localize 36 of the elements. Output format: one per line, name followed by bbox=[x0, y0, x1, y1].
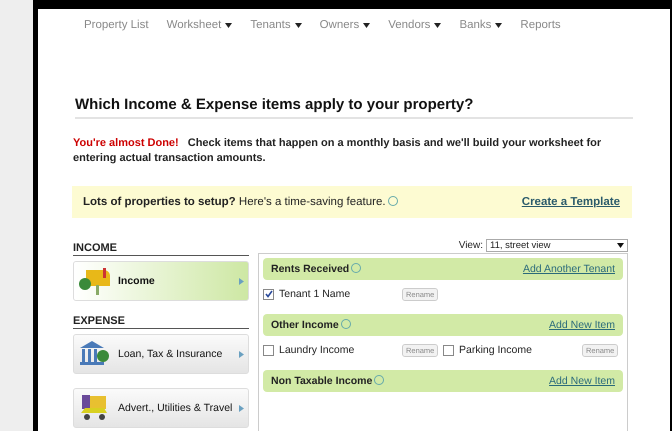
checkbox[interactable] bbox=[443, 344, 454, 356]
page-heading: Which Income & Expense items apply to your property? bbox=[75, 96, 633, 119]
banner-text: Lots of properties to setup? Here's a time-saving feature. bbox=[83, 196, 398, 208]
view-select[interactable]: 11, street view bbox=[486, 238, 628, 252]
item-label: Parking Income bbox=[459, 344, 533, 356]
nav-link[interactable]: Banks bbox=[459, 18, 502, 32]
mailbox-icon bbox=[78, 266, 112, 296]
arrow-icon bbox=[239, 350, 244, 358]
item-label: Tenant 1 Name bbox=[279, 288, 352, 300]
bank-icon bbox=[78, 340, 112, 368]
group-title: Other Income bbox=[271, 319, 351, 331]
add-link[interactable]: Add New Item bbox=[549, 319, 615, 331]
caret-icon bbox=[617, 242, 624, 248]
create-template-link[interactable]: Create a Template bbox=[522, 196, 620, 208]
arrow-icon bbox=[239, 278, 244, 284]
item-label: Laundry Income bbox=[279, 344, 356, 356]
nav-link[interactable]: Worksheet bbox=[166, 18, 232, 32]
checkbox[interactable] bbox=[263, 344, 274, 356]
category-item[interactable]: Advert., Utilities & Travel bbox=[73, 388, 249, 428]
group-title: Non Taxable Income bbox=[271, 375, 384, 387]
nav-link[interactable]: Vendors bbox=[388, 18, 442, 32]
nav-link[interactable]: Owners bbox=[320, 18, 370, 32]
nav-link[interactable]: Tenants bbox=[250, 18, 302, 32]
category-item[interactable]: Income bbox=[73, 261, 249, 301]
category-item[interactable]: Loan, Tax & Insurance bbox=[73, 334, 249, 374]
arrow-icon bbox=[239, 404, 244, 412]
nav-link[interactable]: Reports bbox=[520, 18, 561, 32]
section-title: EXPENSE bbox=[73, 315, 249, 329]
checkbox[interactable] bbox=[263, 288, 274, 300]
nav-link[interactable]: Property List bbox=[84, 18, 149, 32]
view-label: View: bbox=[458, 240, 483, 250]
section-title: INCOME bbox=[73, 242, 249, 256]
add-link[interactable]: Add Another Tenant bbox=[522, 263, 615, 275]
intro-text: You're almost Done! Check items that happen on a monthly basis and we'll build your worksheet for entering actual transaction amounts. bbox=[73, 136, 602, 166]
group-title: Rents Received bbox=[271, 263, 362, 275]
add-link[interactable]: Add New Item bbox=[549, 375, 615, 387]
